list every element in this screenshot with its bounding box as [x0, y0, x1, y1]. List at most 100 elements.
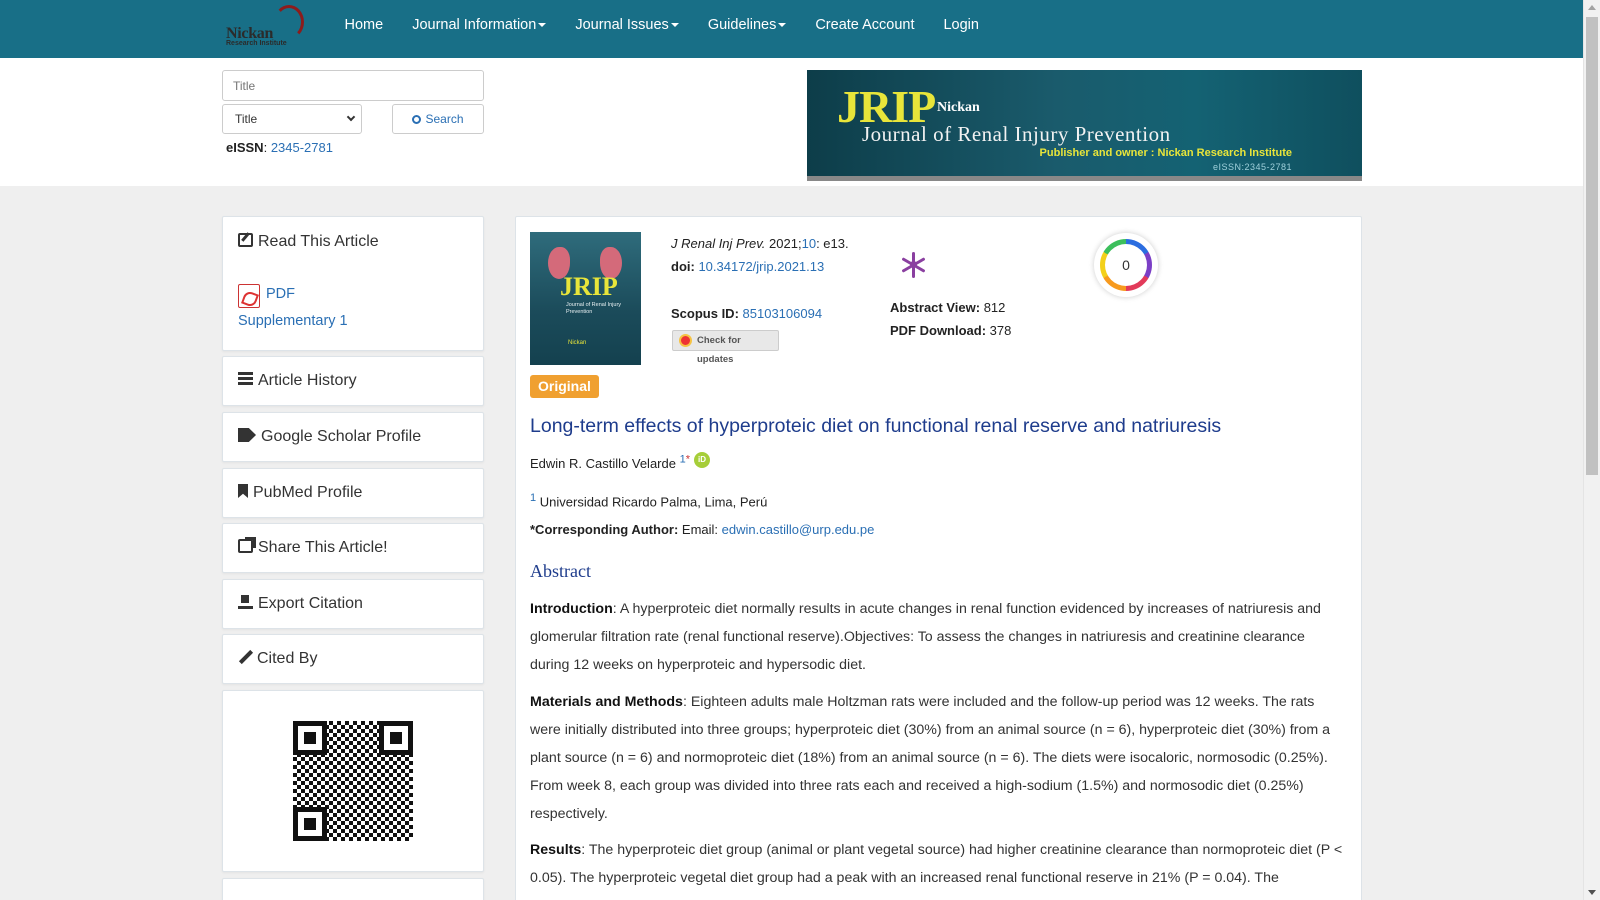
qr-finder	[379, 721, 413, 755]
nav-login[interactable]: Login	[929, 0, 993, 58]
search-icon	[412, 115, 422, 124]
page-scrollbar[interactable]	[1583, 0, 1600, 900]
author-line: Edwin R. Castillo Velarde 1* iD	[530, 452, 710, 471]
corresponding-author-line: *Corresponding Author: Email: edwin.cast…	[530, 522, 874, 537]
abstract-views: Abstract View: 812	[890, 300, 1005, 315]
scopus-link[interactable]: 85103106094	[743, 306, 823, 321]
search-button[interactable]: Search	[392, 104, 484, 134]
altmetric-hub	[910, 261, 917, 268]
banner-strip	[807, 176, 1362, 181]
cited-by-panel[interactable]: Cited By	[222, 634, 484, 684]
check-for-updates-button[interactable]: Check for updates	[672, 330, 779, 365]
journal-banner[interactable]: JRIP Nickan Journal of Renal Injury Prev…	[807, 70, 1362, 181]
caret-down-icon	[670, 23, 679, 28]
search-field-select[interactable]: Title	[222, 104, 362, 134]
nav-journal-information[interactable]: Journal Information	[398, 0, 561, 58]
read-article-title: Read This Article	[238, 233, 379, 251]
doi-line: doi: 10.34172/jrip.2021.13	[671, 259, 824, 274]
citation-line: J Renal Inj Prev. 2021;10: e13.	[671, 236, 849, 251]
intro-label: Introduction	[530, 601, 613, 617]
tags-icon	[238, 428, 256, 442]
banner-brand: Nickan	[937, 100, 980, 115]
dimensions-count: 0	[1105, 244, 1147, 286]
google-scholar-title: Google Scholar Profile	[238, 428, 421, 446]
supplementary-link[interactable]: Supplementary 1	[238, 313, 348, 329]
abstract-view-label: Abstract View:	[890, 300, 981, 315]
chevron-down-icon	[346, 112, 356, 122]
list-icon	[238, 372, 253, 386]
article-history-panel[interactable]: Article History	[222, 356, 484, 406]
qr-finder	[293, 807, 327, 841]
banner-publisher: Publisher and owner : Nickan Research In…	[1039, 147, 1292, 159]
affiliation-line: 1 Universidad Ricardo Palma, Lima, Perú	[530, 492, 767, 509]
citation-elocator: : e13.	[816, 236, 849, 251]
top-navbar: Nickan Research Institute Home Journal I…	[0, 0, 1583, 58]
scroll-up-arrow-icon[interactable]	[1588, 5, 1596, 10]
orcid-icon[interactable]: iD	[694, 452, 710, 468]
scopus-line: Scopus ID: 85103106094	[671, 306, 822, 321]
scrollbar-thumb[interactable]	[1586, 17, 1598, 475]
sidebar-bottom-panel	[222, 878, 484, 900]
volume-link[interactable]: 10	[802, 236, 816, 251]
nav-menu: Home Journal Information Journal Issues …	[330, 0, 993, 58]
eissn-line: eISSN: 2345-2781	[226, 140, 333, 155]
scroll-down-arrow-icon[interactable]	[1588, 890, 1596, 895]
nav-guidelines[interactable]: Guidelines	[693, 0, 801, 58]
abstract-heading: Abstract	[530, 561, 591, 581]
pubmed-panel[interactable]: PubMed Profile	[222, 468, 484, 518]
methods-label: Materials and Methods	[530, 694, 683, 710]
eissn-label: eISSN	[226, 140, 264, 155]
export-citation-title: Export Citation	[238, 595, 363, 613]
affiliation-text: Universidad Ricardo Palma, Lima, Perú	[539, 494, 768, 510]
google-scholar-panel[interactable]: Google Scholar Profile	[222, 412, 484, 462]
read-article-panel: Read This Article PDF Supplementary 1	[222, 216, 484, 351]
abstract-methods: Materials and Methods: Eighteen adults m…	[530, 688, 1345, 828]
search-input[interactable]	[222, 70, 484, 101]
crossmark-icon	[679, 334, 692, 347]
abstract-introduction: Introduction: A hyperproteic diet normal…	[530, 595, 1345, 679]
export-citation-panel[interactable]: Export Citation	[222, 579, 484, 629]
affiliation-number: 1	[530, 492, 537, 504]
qr-code	[293, 721, 413, 841]
caret-down-icon	[778, 23, 787, 28]
caret-down-icon	[538, 23, 547, 28]
journal-cover-image[interactable]: JRIP Journal of Renal Injury Prevention …	[530, 232, 641, 365]
eissn-link[interactable]: 2345-2781	[271, 140, 333, 155]
export-icon	[238, 595, 253, 609]
citation-year: 2021;	[769, 236, 802, 251]
pdf-download-count: 378	[989, 323, 1012, 338]
results-label: Results	[530, 842, 582, 858]
author-affil-ref[interactable]: 1*	[680, 454, 690, 466]
journal-abbrev: J Renal Inj Prev.	[671, 236, 766, 251]
nav-create-account[interactable]: Create Account	[801, 0, 929, 58]
edit-icon	[238, 233, 253, 247]
scopus-label: Scopus ID:	[671, 306, 739, 321]
pdf-file-icon[interactable]	[238, 284, 260, 308]
corresponding-label: *Corresponding Author:	[530, 522, 679, 537]
abstract-view-count: 812	[983, 300, 1006, 315]
email-link[interactable]: edwin.castillo@urp.edu.pe	[722, 522, 875, 537]
nav-home[interactable]: Home	[330, 0, 398, 58]
nickan-logo[interactable]: Nickan Research Institute	[224, 5, 312, 51]
article-type-badge: Original	[530, 375, 599, 398]
doi-link[interactable]: 10.34172/jrip.2021.13	[698, 259, 824, 274]
methods-text: : Eighteen adults male Holtzman rats wer…	[530, 694, 1330, 822]
logo-subtext: Research Institute	[226, 40, 287, 47]
cover-publisher: Nickan	[568, 340, 587, 346]
results-text: : The hyperproteic diet group (animal or…	[530, 842, 1343, 886]
pdf-downloads: PDF Download: 378	[890, 323, 1011, 338]
share-article-panel[interactable]: Share This Article!	[222, 523, 484, 573]
pencil-icon	[238, 650, 252, 664]
banner-eissn: eISSN:2345-2781	[1212, 162, 1292, 172]
altmetric-icon[interactable]	[897, 250, 931, 280]
pdf-download-label: PDF Download:	[890, 323, 987, 338]
nav-journal-issues[interactable]: Journal Issues	[561, 0, 694, 58]
dimensions-badge[interactable]: 0	[1094, 233, 1158, 297]
share-icon	[238, 537, 256, 553]
author-name[interactable]: Edwin R. Castillo Velarde	[530, 456, 676, 471]
pdf-link[interactable]: PDF	[266, 286, 295, 302]
abstract-results: Results: The hyperproteic diet group (an…	[530, 836, 1345, 892]
email-label: Email:	[681, 522, 719, 537]
cover-subtitle: Journal of Renal Injury Prevention	[566, 302, 622, 315]
article-title: Long-term effects of hyperproteic diet o…	[530, 415, 1222, 437]
